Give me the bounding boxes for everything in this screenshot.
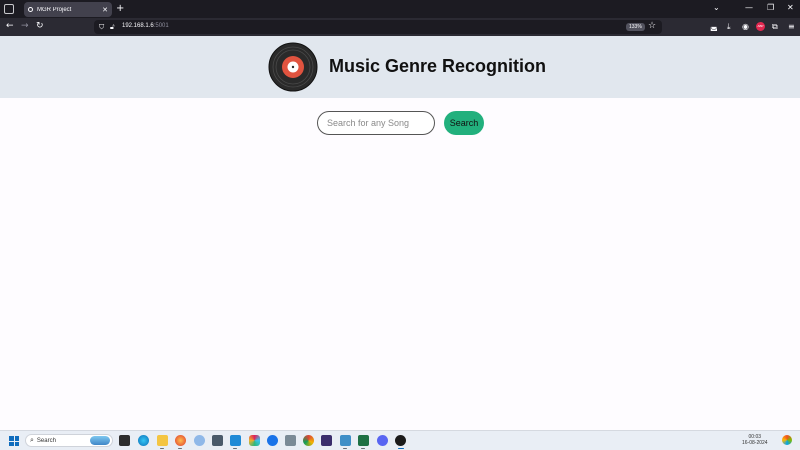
widgets-icon[interactable] [90, 436, 110, 445]
vinyl-record-icon [268, 42, 318, 92]
task-view-icon[interactable] [119, 435, 130, 446]
running-indicator [160, 448, 164, 449]
file-explorer-icon[interactable] [157, 435, 168, 446]
slack-icon[interactable] [249, 435, 260, 446]
running-indicator [233, 448, 237, 449]
tab-close-icon[interactable]: ✕ [102, 6, 108, 14]
pocket-icon[interactable]: ◛ [710, 21, 718, 32]
clock-date: 16-08-2024 [742, 440, 768, 446]
not-secure-icon[interactable]: 🔓︎ [110, 22, 115, 32]
discord-icon[interactable] [377, 435, 388, 446]
taskbar-search-label: Search [36, 437, 56, 444]
taskbar-search-box[interactable]: ⌕ Search [25, 434, 113, 447]
song-search-input[interactable] [317, 111, 435, 135]
extension-icon[interactable]: ⧉ [772, 21, 778, 32]
edge-icon[interactable] [138, 435, 149, 446]
web-page: Music Genre Recognition Search [0, 36, 800, 430]
vscode-icon[interactable] [230, 435, 241, 446]
bookmark-star-icon[interactable]: ☆ [648, 21, 656, 31]
site-header: Music Genre Recognition [0, 36, 800, 98]
zoom-app-icon[interactable] [267, 435, 278, 446]
r-icon[interactable] [194, 435, 205, 446]
search-icon: ⌕ [30, 436, 34, 444]
tab-favicon-icon [28, 7, 33, 12]
url-bar[interactable]: ⛉ 🔓︎ 192.168.1.6:5001 133% ☆ [94, 20, 662, 34]
terminal-icon[interactable] [212, 435, 223, 446]
active-indicator [398, 448, 404, 449]
windows-start-icon[interactable] [9, 436, 19, 446]
close-window-icon[interactable]: ✕ [787, 3, 794, 12]
tab-mgr-project[interactable]: MGR Project ✕ [24, 2, 112, 17]
copilot-icon[interactable] [782, 435, 792, 445]
zoom-level-button[interactable]: 133% [626, 23, 645, 31]
obs-icon[interactable] [395, 435, 406, 446]
navigation-toolbar: ← → ↻ ⛉ 🔓︎ 192.168.1.6:5001 133% ☆ ◛ ⤓ ◉… [0, 18, 800, 36]
app-icon[interactable] [321, 435, 332, 446]
downloads-icon[interactable]: ⤓ [727, 21, 731, 32]
tools-icon[interactable] [285, 435, 296, 446]
notepad-icon[interactable] [340, 435, 351, 446]
chrome-icon[interactable] [303, 435, 314, 446]
tab-strip: MGR Project ✕ + ⌄ — ❐ ✕ [0, 0, 800, 18]
new-tab-icon[interactable]: + [116, 2, 124, 16]
search-button[interactable]: Search [444, 111, 484, 135]
running-indicator [361, 448, 365, 449]
tab-title: MGR Project [37, 6, 72, 13]
list-all-tabs-icon[interactable]: ⌄ [713, 3, 720, 12]
shield-icon[interactable]: ⛉ [99, 22, 104, 32]
maximize-icon[interactable]: ❐ [767, 3, 774, 12]
url-host: 192.168.1.6 [122, 23, 154, 29]
taskbar: ⌕ Search 00:03 16-08-2024 [0, 430, 800, 450]
account-icon[interactable]: ◉ [742, 21, 749, 32]
running-indicator [343, 448, 347, 449]
system-clock[interactable]: 00:03 16-08-2024 [742, 434, 768, 446]
back-icon[interactable]: ← [6, 21, 14, 32]
running-indicator [178, 448, 182, 449]
url-port: :5001 [153, 23, 169, 29]
page-title: Music Genre Recognition [329, 56, 547, 76]
tab-list-icon[interactable] [4, 4, 14, 14]
excel-icon[interactable] [358, 435, 369, 446]
menu-icon[interactable]: ≡ [788, 21, 795, 32]
minimize-icon[interactable]: — [745, 3, 753, 12]
url-text[interactable]: 192.168.1.6:5001 [122, 23, 169, 29]
forward-icon[interactable]: → [21, 21, 29, 32]
reload-icon[interactable]: ↻ [36, 21, 44, 32]
extension-badge-icon[interactable]: ABP [756, 22, 765, 31]
firefox-icon[interactable] [175, 435, 186, 446]
